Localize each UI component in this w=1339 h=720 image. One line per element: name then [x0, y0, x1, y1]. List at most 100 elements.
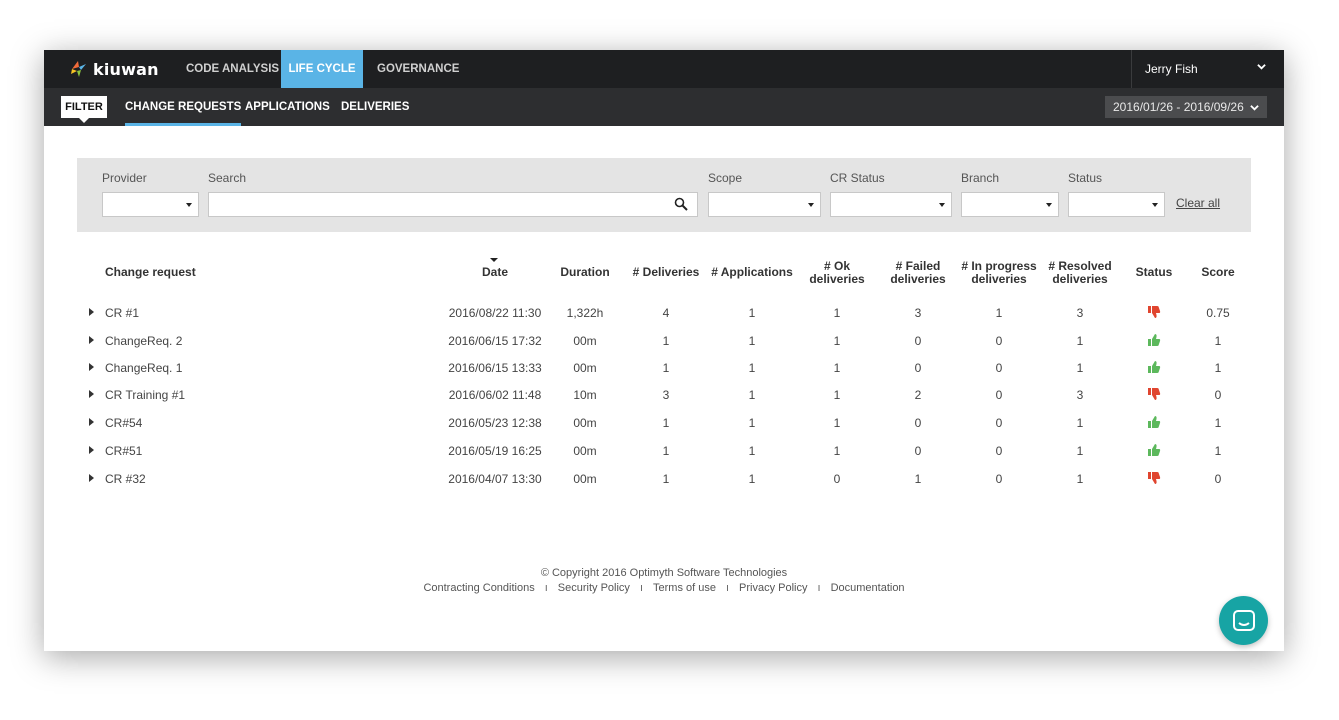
- table-row[interactable]: CR#51 2016/05/19 16:25 00m 1 1 1 0 0 1 1: [77, 444, 1251, 471]
- expand-arrow-icon[interactable]: [89, 474, 94, 482]
- header-status[interactable]: Status: [1129, 266, 1179, 279]
- deliveries-cell: 1: [662, 361, 670, 375]
- header-deliveries[interactable]: # Deliveries: [631, 266, 701, 279]
- tab-governance[interactable]: GOVERNANCE: [377, 50, 459, 88]
- expand-arrow-icon[interactable]: [89, 418, 94, 426]
- scope-label: Scope: [708, 171, 743, 185]
- footer: © Copyright 2016 Optimyth Software Techn…: [44, 567, 1284, 594]
- change-request-name[interactable]: CR Training #1: [105, 388, 185, 402]
- in-progress-deliveries-cell: 0: [995, 334, 1003, 348]
- score-cell: 0.75: [1206, 306, 1230, 320]
- duration-cell: 00m: [573, 361, 597, 375]
- contracting-conditions-link[interactable]: Contracting Conditions: [413, 582, 544, 594]
- failed-deliveries-cell: 3: [914, 306, 922, 320]
- tab-change-requests[interactable]: CHANGE REQUESTS: [125, 88, 242, 126]
- applications-cell: 1: [748, 472, 756, 486]
- table-row[interactable]: CR #32 2016/04/07 13:30 00m 1 1 0 1 0 1 0: [77, 472, 1251, 499]
- table-row[interactable]: CR #1 2016/08/22 11:30 1,322h 4 1 1 3 1 3 0.75: [77, 306, 1251, 333]
- caret-down-icon: [1152, 203, 1158, 207]
- in-progress-deliveries-cell: 0: [995, 416, 1003, 430]
- search-icon[interactable]: [674, 197, 688, 211]
- tab-code-analysis[interactable]: CODE ANALYSIS: [186, 50, 279, 88]
- header-resolved-line2: deliveries: [1052, 272, 1108, 286]
- table-row[interactable]: ChangeReq. 2 2016/06/15 17:32 00m 1 1 1 0 0 1 1: [77, 334, 1251, 361]
- caret-down-icon: [808, 203, 814, 207]
- expand-arrow-icon[interactable]: [89, 446, 94, 454]
- ok-deliveries-cell: 1: [833, 334, 841, 348]
- header-ok-line2: deliveries: [809, 272, 865, 286]
- status-label: Status: [1068, 171, 1103, 185]
- search-label: Search: [208, 171, 247, 185]
- expand-arrow-icon[interactable]: [89, 336, 94, 344]
- score-cell: 0: [1214, 472, 1222, 486]
- terms-of-use-link[interactable]: Terms of use: [643, 582, 726, 594]
- search-input[interactable]: [208, 192, 698, 217]
- ok-deliveries-cell: 1: [833, 306, 841, 320]
- provider-select[interactable]: [102, 192, 199, 217]
- tab-deliveries[interactable]: DELIVERIES: [341, 88, 409, 126]
- cr-status-select[interactable]: [830, 192, 952, 217]
- header-ok-deliveries[interactable]: # Ok deliveries: [802, 260, 872, 286]
- scope-select[interactable]: [708, 192, 821, 217]
- status-select[interactable]: [1068, 192, 1165, 217]
- resolved-deliveries-cell: 1: [1076, 361, 1084, 375]
- tab-applications[interactable]: APPLICATIONS: [245, 88, 330, 126]
- score-cell: 1: [1214, 361, 1222, 375]
- clear-all-link[interactable]: Clear all: [1176, 196, 1220, 210]
- sort-desc-icon: [490, 258, 498, 262]
- chat-button[interactable]: [1219, 596, 1268, 645]
- table-row[interactable]: ChangeReq. 1 2016/06/15 13:33 00m 1 1 1 0 0 1 1: [77, 361, 1251, 388]
- change-request-name[interactable]: CR #1: [105, 306, 139, 320]
- header-score[interactable]: Score: [1193, 266, 1243, 279]
- expand-arrow-icon[interactable]: [89, 390, 94, 398]
- change-request-name[interactable]: CR#54: [105, 416, 142, 430]
- deliveries-cell: 1: [662, 444, 670, 458]
- header-failed-deliveries[interactable]: # Failed deliveries: [883, 260, 953, 286]
- expand-arrow-icon[interactable]: [89, 308, 94, 316]
- applications-cell: 1: [748, 444, 756, 458]
- table-row[interactable]: CR Training #1 2016/06/02 11:48 10m 3 1 1 2 0 3 0: [77, 388, 1251, 415]
- ok-deliveries-cell: 1: [833, 444, 841, 458]
- date-cell: 2016/06/15 17:32: [448, 334, 542, 348]
- header-change-request[interactable]: Change request: [105, 266, 196, 279]
- sub-navigation-bar: FILTER CHANGE REQUESTS APPLICATIONS DELI…: [44, 88, 1284, 126]
- header-inprogress-line2: deliveries: [971, 272, 1027, 286]
- deliveries-cell: 1: [662, 472, 670, 486]
- duration-cell: 00m: [573, 334, 597, 348]
- header-date[interactable]: Date: [465, 266, 525, 279]
- change-request-name[interactable]: ChangeReq. 1: [105, 361, 182, 375]
- change-request-name[interactable]: ChangeReq. 2: [105, 334, 182, 348]
- failed-deliveries-cell: 0: [914, 361, 922, 375]
- change-request-name[interactable]: CR#51: [105, 444, 142, 458]
- table-row[interactable]: CR#54 2016/05/23 12:38 00m 1 1 1 0 0 1 1: [77, 416, 1251, 443]
- header-applications[interactable]: # Applications: [707, 266, 797, 279]
- branch-select[interactable]: [961, 192, 1059, 217]
- duration-cell: 1,322h: [566, 306, 604, 320]
- change-request-name[interactable]: CR #32: [105, 472, 146, 486]
- tab-life-cycle[interactable]: LIFE CYCLE: [281, 50, 363, 88]
- failed-deliveries-cell: 0: [914, 416, 922, 430]
- security-policy-link[interactable]: Security Policy: [548, 582, 640, 594]
- header-duration[interactable]: Duration: [555, 266, 615, 279]
- date-cell: 2016/06/15 13:33: [448, 361, 542, 375]
- filter-button[interactable]: FILTER: [61, 96, 107, 123]
- duration-cell: 00m: [573, 416, 597, 430]
- deliveries-cell: 4: [662, 306, 670, 320]
- header-resolved-deliveries[interactable]: # Resolved deliveries: [1040, 260, 1120, 286]
- documentation-link[interactable]: Documentation: [821, 582, 915, 594]
- date-cell: 2016/06/02 11:48: [448, 388, 542, 402]
- header-in-progress-deliveries[interactable]: # In progress deliveries: [959, 260, 1039, 286]
- caret-down-icon: [186, 203, 192, 207]
- resolved-deliveries-cell: 3: [1076, 388, 1084, 402]
- applications-cell: 1: [748, 361, 756, 375]
- user-menu[interactable]: Jerry Fish: [1131, 50, 1284, 88]
- kiuwan-logo[interactable]: kiuwan: [70, 59, 159, 79]
- applications-cell: 1: [748, 388, 756, 402]
- cr-status-label: CR Status: [830, 171, 885, 185]
- date-range-selector[interactable]: 2016/01/26 - 2016/09/26: [1105, 96, 1267, 118]
- privacy-policy-link[interactable]: Privacy Policy: [729, 582, 817, 594]
- thumbs-down-icon: [1148, 388, 1161, 400]
- expand-arrow-icon[interactable]: [89, 363, 94, 371]
- caret-down-icon: [1046, 203, 1052, 207]
- duration-cell: 00m: [573, 444, 597, 458]
